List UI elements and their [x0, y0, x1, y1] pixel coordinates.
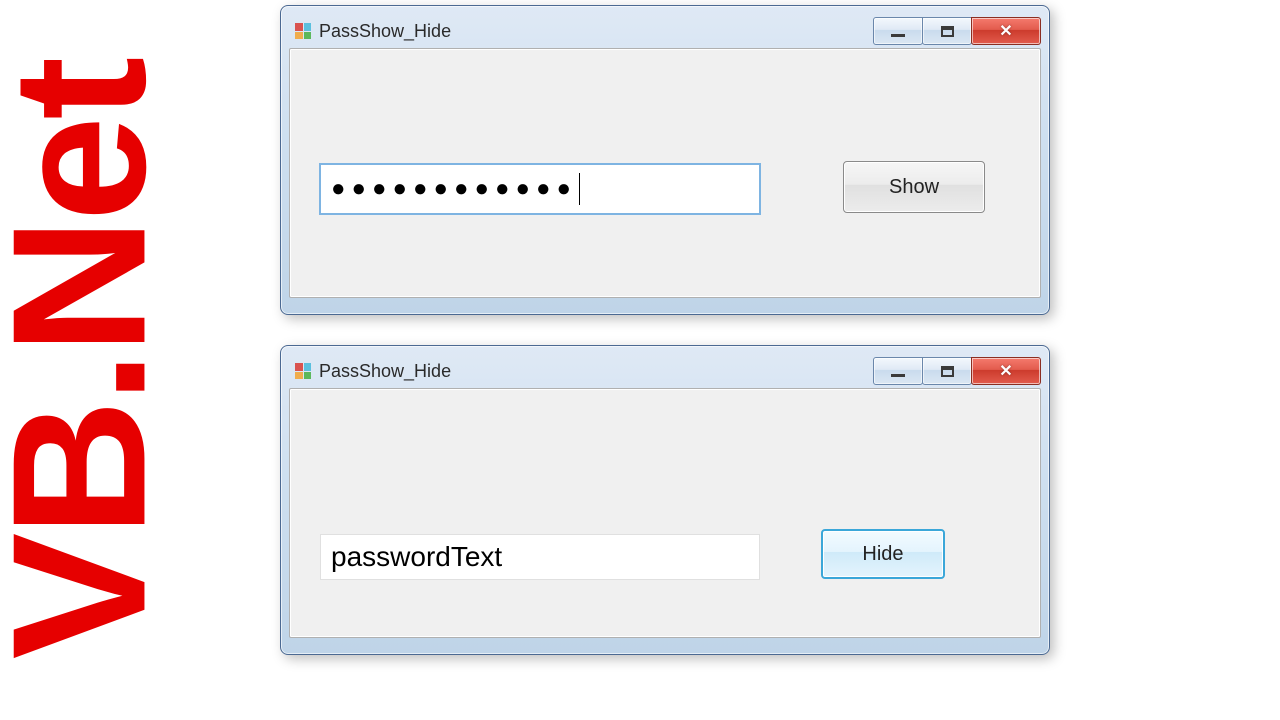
minimize-button[interactable] [873, 357, 923, 385]
text-caret [579, 173, 580, 205]
titlebar[interactable]: PassShow_Hide ✕ [289, 354, 1041, 388]
password-value-text: passwordText [331, 541, 502, 573]
maximize-icon [941, 366, 954, 377]
show-button-label: Show [889, 176, 939, 199]
password-input[interactable]: passwordText [320, 534, 760, 580]
maximize-icon [941, 26, 954, 37]
hide-button-label: Hide [862, 543, 903, 566]
password-mask-text: ●●●●●●●●●●●● [331, 175, 577, 203]
client-area: passwordText Hide [289, 388, 1041, 638]
close-button[interactable]: ✕ [971, 17, 1041, 45]
maximize-button[interactable] [922, 357, 972, 385]
window-title: PassShow_Hide [319, 361, 451, 382]
minimize-icon [891, 374, 905, 377]
close-icon: ✕ [999, 21, 1012, 41]
close-icon: ✕ [999, 361, 1012, 381]
titlebar[interactable]: PassShow_Hide ✕ [289, 14, 1041, 48]
close-button[interactable]: ✕ [971, 357, 1041, 385]
app-icon [295, 363, 311, 379]
maximize-button[interactable] [922, 17, 972, 45]
window-passshow-hide-masked: PassShow_Hide ✕ ●●●●●●●●●●●● Show [280, 5, 1050, 315]
password-input[interactable]: ●●●●●●●●●●●● [320, 164, 760, 214]
window-title: PassShow_Hide [319, 21, 451, 42]
minimize-icon [891, 34, 905, 37]
minimize-button[interactable] [873, 17, 923, 45]
hide-button[interactable]: Hide [821, 529, 945, 579]
window-controls: ✕ [874, 17, 1041, 45]
app-icon [295, 23, 311, 39]
window-controls: ✕ [874, 357, 1041, 385]
show-button[interactable]: Show [843, 161, 985, 213]
window-passshow-hide-revealed: PassShow_Hide ✕ passwordText Hide [280, 345, 1050, 655]
client-area: ●●●●●●●●●●●● Show [289, 48, 1041, 298]
side-brand-label: VB.Net [0, 61, 174, 660]
